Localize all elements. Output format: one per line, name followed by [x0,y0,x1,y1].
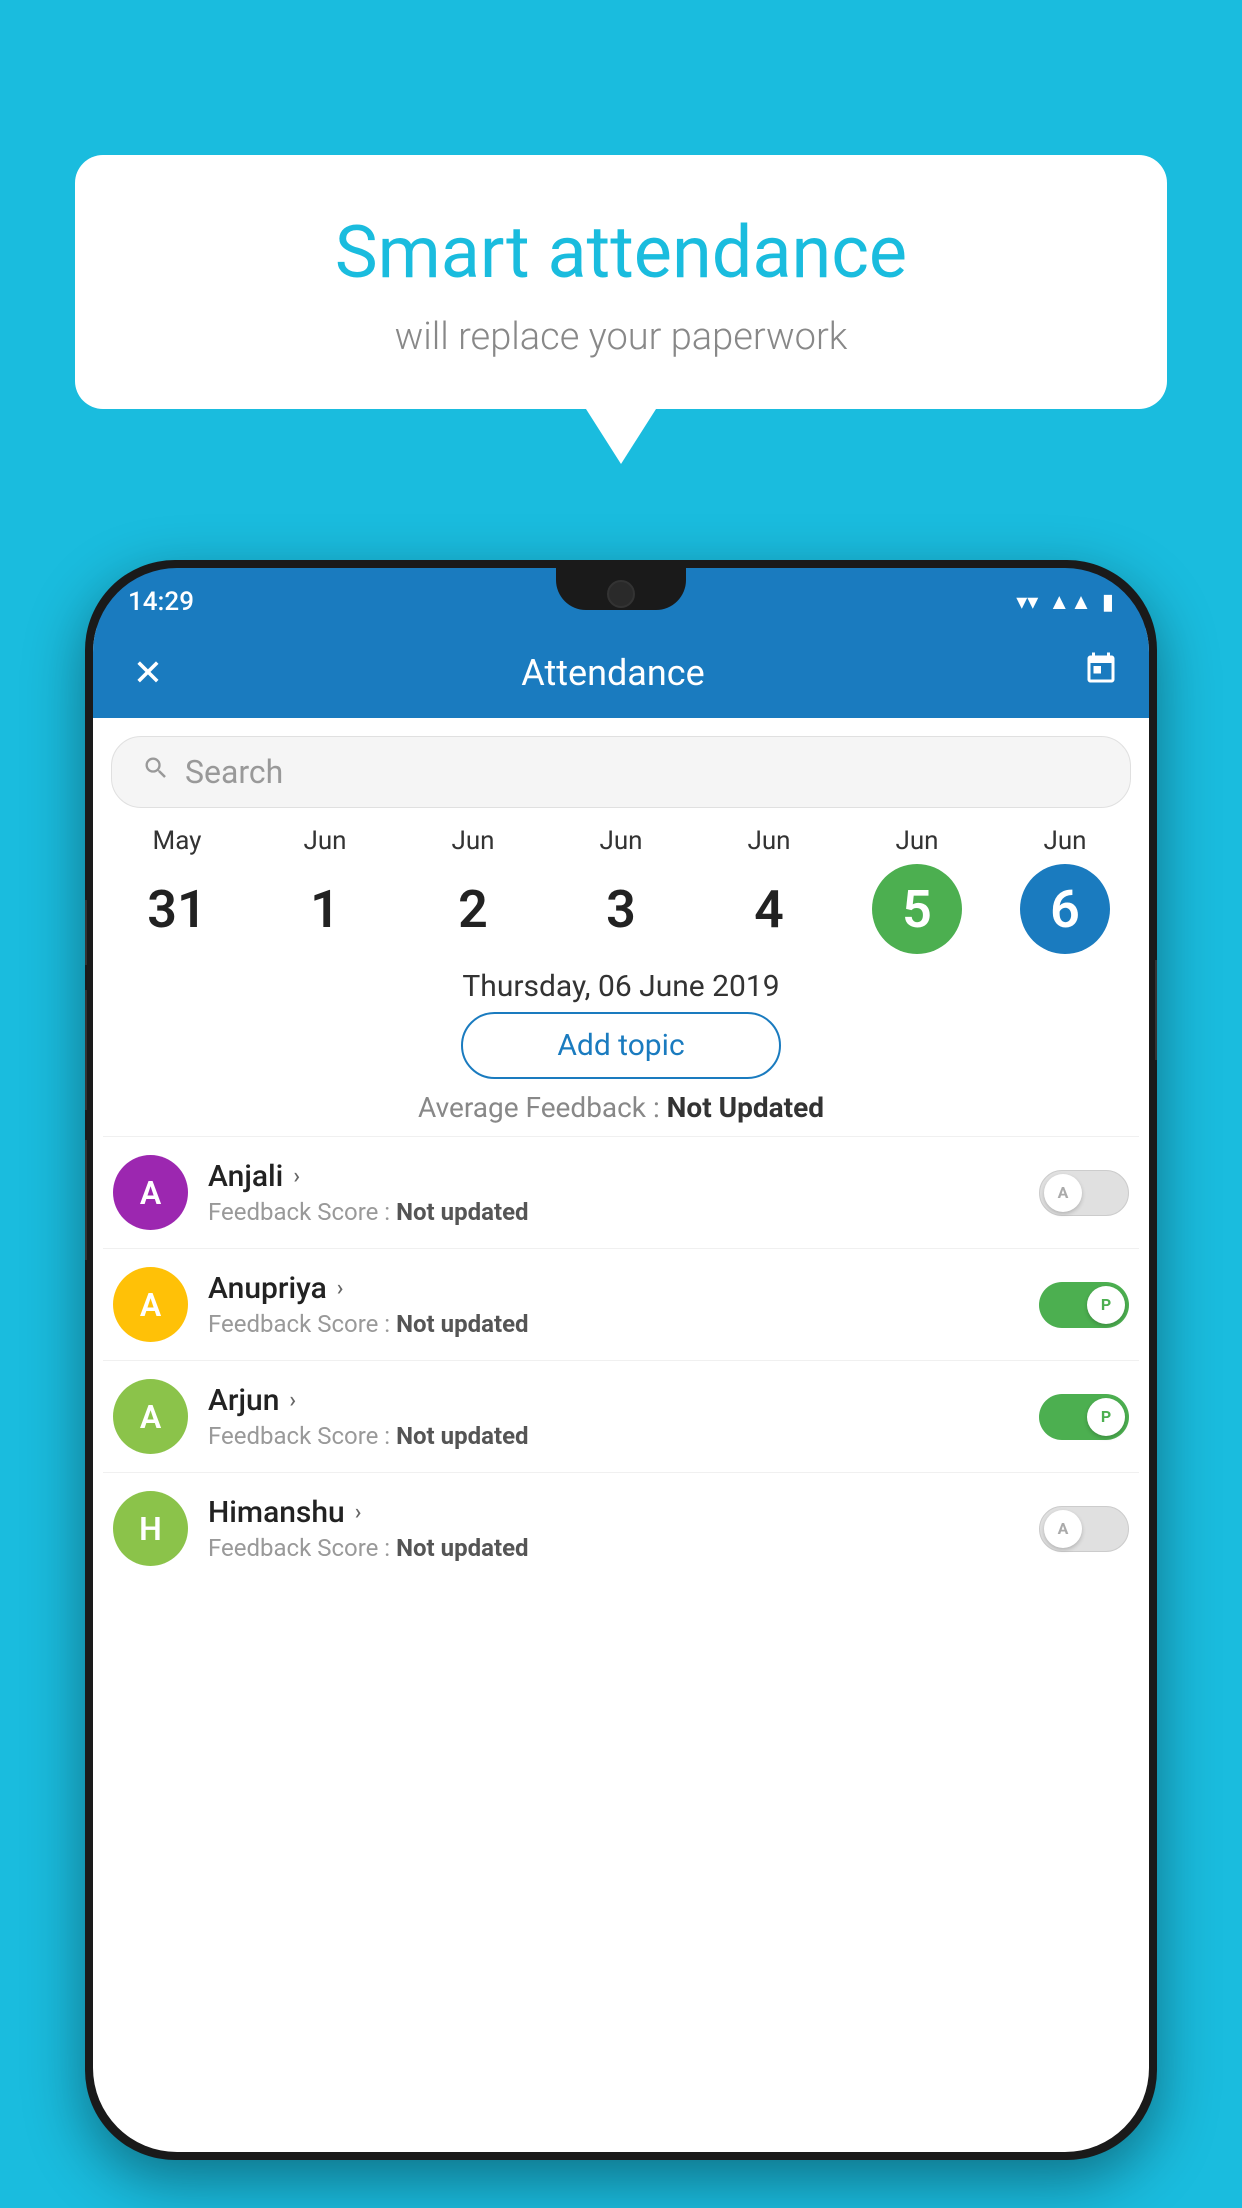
phone-frame: 14:29 ▾▾ ▲▲ ▮ ✕ Attendance [85,560,1157,2160]
attendance-toggle[interactable]: P [1039,1282,1129,1328]
close-button[interactable]: ✕ [123,652,173,694]
mute-button [85,900,87,965]
toggle-knob: P [1087,1286,1125,1324]
avg-feedback-label: Average Feedback : [418,1091,667,1124]
app-title: Attendance [173,652,1053,694]
chevron-icon: › [337,1276,344,1301]
student-item[interactable]: A Anupriya › Feedback Score : Not updated P [103,1248,1139,1360]
date-item-6[interactable]: Jun 6 [1000,826,1130,954]
student-name: Himanshu › [208,1495,1039,1530]
student-list: AAnjali ›Feedback Score : Not updatedAAA… [93,1136,1149,1584]
toggle-knob: P [1087,1398,1125,1436]
avg-feedback-value: Not Updated [667,1091,824,1124]
attendance-toggle[interactable]: A [1039,1170,1129,1216]
date-day-number: 6 [1020,864,1110,954]
date-day-number: 4 [724,864,814,954]
student-avatar: A [113,1267,188,1342]
student-feedback-score: Feedback Score : Not updated [208,1310,1039,1338]
chevron-icon: › [293,1164,300,1189]
date-day-number: 5 [872,864,962,954]
attendance-toggle[interactable]: A [1039,1506,1129,1552]
student-item[interactable]: AAnjali ›Feedback Score : Not updatedA [103,1136,1139,1248]
student-avatar: A [113,1379,188,1454]
date-item-4[interactable]: Jun 4 [704,826,834,954]
status-icons: ▾▾ ▲▲ ▮ [1016,581,1114,615]
date-item-1[interactable]: Jun 1 [260,826,390,954]
search-bar[interactable]: Search [111,736,1131,808]
student-avatar: H [113,1491,188,1566]
student-feedback-score: Feedback Score : Not updated [208,1198,1039,1226]
student-feedback-score: Feedback Score : Not updated [208,1422,1039,1450]
volume-down-button [85,1140,87,1260]
phone-notch [556,568,686,610]
speech-bubble-arrow [586,409,656,464]
student-info: Himanshu › Feedback Score : Not updated [208,1495,1039,1562]
selected-date-display: Thursday, 06 June 2019 [93,969,1149,1004]
wifi-icon: ▾▾ [1016,590,1038,615]
toggle-knob: A [1044,1510,1082,1548]
speech-bubble-subtitle: will replace your paperwork [135,315,1107,359]
phone-inner: 14:29 ▾▾ ▲▲ ▮ ✕ Attendance [93,568,1149,2152]
student-info: Anupriya › Feedback Score : Not updated [208,1271,1039,1338]
chevron-icon: › [355,1500,362,1525]
attendance-toggle[interactable]: P [1039,1394,1129,1440]
date-month-label: Jun [599,826,642,856]
signal-icon: ▲▲ [1048,589,1092,615]
calendar-icon[interactable] [1083,651,1119,696]
app-header: ✕ Attendance [93,628,1149,718]
date-item-5[interactable]: Jun 5 [852,826,982,954]
date-day-number: 2 [428,864,518,954]
date-picker: May 31 Jun 1 Jun 2 Jun 3 Jun 4 Jun 5 Jun 6 [93,816,1149,959]
speech-bubble-title: Smart attendance [135,210,1107,295]
power-button [1155,960,1157,1060]
date-month-label: Jun [1043,826,1086,856]
date-item-2[interactable]: Jun 2 [408,826,538,954]
student-feedback-score: Feedback Score : Not updated [208,1534,1039,1562]
date-month-label: Jun [747,826,790,856]
student-info: Anjali › Feedback Score : Not updated [208,1159,1039,1226]
volume-up-button [85,990,87,1110]
student-info: Arjun › Feedback Score : Not updated [208,1383,1039,1450]
student-item[interactable]: A Arjun › Feedback Score : Not updated P [103,1360,1139,1472]
student-name: Anupriya › [208,1271,1039,1306]
search-placeholder: Search [185,753,283,791]
chevron-icon: › [289,1388,296,1413]
speech-bubble-container: Smart attendance will replace your paper… [75,155,1167,464]
date-month-label: Jun [303,826,346,856]
student-item[interactable]: H Himanshu › Feedback Score : Not updatedA [103,1472,1139,1584]
date-month-label: May [153,826,202,856]
speech-bubble: Smart attendance will replace your paper… [75,155,1167,409]
avg-feedback: Average Feedback : Not Updated [93,1091,1149,1124]
date-month-label: Jun [895,826,938,856]
date-day-number: 1 [280,864,370,954]
app-content: ✕ Attendance Search [93,628,1149,2152]
date-day-number: 31 [132,864,222,954]
student-avatar: A [113,1155,188,1230]
status-time: 14:29 [128,579,194,617]
date-item-3[interactable]: Jun 3 [556,826,686,954]
battery-icon: ▮ [1102,590,1114,615]
add-topic-button[interactable]: Add topic [461,1012,781,1079]
student-name: Anjali › [208,1159,1039,1194]
student-name: Arjun › [208,1383,1039,1418]
date-month-label: Jun [451,826,494,856]
toggle-knob: A [1044,1174,1082,1212]
search-icon [142,754,170,790]
front-camera [607,580,635,608]
date-item-0[interactable]: May 31 [112,826,242,954]
date-day-number: 3 [576,864,666,954]
